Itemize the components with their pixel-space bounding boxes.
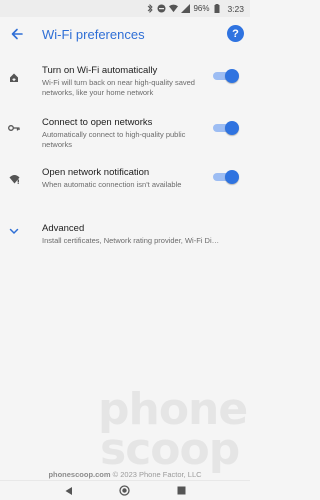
help-icon: ? xyxy=(232,27,239,40)
setting-title: Connect to open networks xyxy=(42,117,153,128)
setting-subtitle: Wi-Fi will turn back on near high-qualit… xyxy=(42,78,195,97)
setting-subtitle: When automatic connection isn't availabl… xyxy=(42,180,182,189)
setting-subtitle: Install certificates, Network rating pro… xyxy=(42,236,220,245)
circle-home-icon xyxy=(119,485,131,496)
setting-advanced[interactable]: Advanced Install certificates, Network r… xyxy=(0,216,250,256)
do-not-disturb-icon xyxy=(157,4,166,13)
key-icon xyxy=(0,110,28,160)
navigation-bar xyxy=(0,480,250,500)
triangle-back-icon xyxy=(65,486,72,495)
setting-open-network-notification[interactable]: Open network notification When automatic… xyxy=(0,160,250,212)
nav-recents-button[interactable] xyxy=(175,484,189,498)
arrow-back-icon xyxy=(11,28,23,40)
clock: 3:23 xyxy=(227,3,244,14)
help-button[interactable]: ? xyxy=(227,25,244,42)
bluetooth-icon xyxy=(145,4,154,13)
wifi-notification-icon xyxy=(0,160,28,212)
setting-subtitle: Automatically connect to high-quality pu… xyxy=(42,130,186,149)
setting-title: Open network notification xyxy=(42,167,150,178)
credit-copyright: © 2023 Phone Factor, LLC xyxy=(112,470,202,479)
back-button[interactable] xyxy=(0,17,34,51)
credit-line: phonescoop.com © 2023 Phone Factor, LLC xyxy=(0,470,250,479)
setting-connect-to-open-networks[interactable]: Connect to open networks Automatically c… xyxy=(0,110,250,160)
toggle-switch[interactable] xyxy=(211,69,239,83)
setting-title: Turn on Wi-Fi automatically xyxy=(42,65,158,76)
nav-home-button[interactable] xyxy=(118,484,132,498)
square-recents-icon xyxy=(177,486,186,495)
toggle-switch[interactable] xyxy=(211,170,239,184)
status-bar: 96% 3:23 xyxy=(0,0,250,17)
battery-icon xyxy=(212,4,221,13)
credit-site: phonescoop.com xyxy=(48,470,111,479)
setting-title: Advanced xyxy=(42,223,85,234)
watermark-logo: phone scoop xyxy=(98,388,253,475)
settings-list: Turn on Wi-Fi automatically Wi-Fi will t… xyxy=(0,58,250,256)
nav-back-button[interactable] xyxy=(61,484,75,498)
setting-turn-on-wifi-automatically[interactable]: Turn on Wi-Fi automatically Wi-Fi will t… xyxy=(0,58,250,110)
cell-signal-icon xyxy=(181,4,191,13)
toggle-switch[interactable] xyxy=(211,121,239,135)
app-bar: Wi-Fi preferences ? xyxy=(0,17,250,51)
page-title: Wi-Fi preferences xyxy=(42,26,145,42)
battery-percent: 96% xyxy=(193,4,210,13)
wifi-signal-icon xyxy=(169,4,179,13)
wifi-home-icon xyxy=(0,58,28,110)
watermark-line: scoop xyxy=(100,424,240,475)
chevron-down-icon xyxy=(0,216,28,256)
